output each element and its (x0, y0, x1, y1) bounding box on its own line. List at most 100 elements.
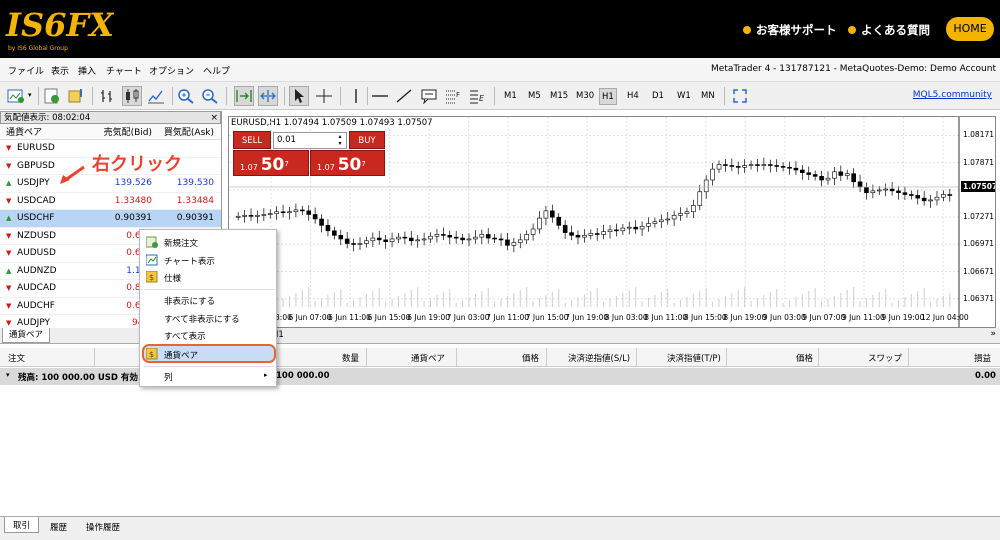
collapse-icon[interactable]: ▾ (6, 371, 10, 379)
bar-chart-icon[interactable] (98, 86, 118, 106)
vertical-line-icon[interactable] (346, 86, 366, 106)
history-icon[interactable] (66, 86, 86, 106)
x-tick-label: 9 Jun 07:00 (802, 313, 846, 322)
menu-options[interactable]: オプション (149, 64, 194, 77)
x-tick-label: 8 Jun 11:00 (644, 313, 688, 322)
col-price[interactable]: 価格 (522, 352, 539, 364)
menu-file[interactable]: ファイル (8, 64, 44, 77)
tf-d1[interactable]: D1 (650, 88, 666, 105)
support-link[interactable]: お客様サポート (743, 22, 837, 38)
sell-price[interactable]: 1.07 507 (233, 150, 309, 176)
more-tabs-icon[interactable]: » (990, 329, 996, 339)
market-watch-row[interactable]: ▼ USDCAD 1.33480 1.33484 (0, 193, 221, 210)
tf-h1[interactable]: H1 (599, 88, 617, 105)
ctx-columns[interactable]: 列 (164, 371, 173, 383)
ctx-new-order[interactable]: 新規注文 (164, 237, 198, 249)
buy-price[interactable]: 1.07 507 (310, 150, 385, 176)
market-watch-row[interactable]: ▲ USDCHF 0.90391 0.90391 (0, 210, 221, 228)
lot-stepper[interactable]: ▴ ▾ (334, 133, 346, 148)
ctx-symbols[interactable]: 通貨ペア (164, 349, 198, 361)
tab-trade[interactable]: 取引 (4, 517, 40, 533)
col-price-2[interactable]: 価格 (796, 352, 813, 364)
ctx-chart-window[interactable]: チャート表示 (164, 255, 215, 267)
col-volume[interactable]: 数量 (342, 352, 359, 364)
terminal-body (0, 385, 1000, 515)
candle (466, 238, 472, 241)
profiles-icon[interactable] (42, 86, 62, 106)
row-ask: 1.33484 (176, 195, 214, 206)
tf-h4[interactable]: H4 (625, 88, 641, 105)
menu-chart[interactable]: チャート (106, 64, 142, 77)
tf-m30[interactable]: M30 (574, 88, 596, 105)
col-symbol[interactable]: 通貨ペア (0, 125, 90, 138)
fibonacci-icon[interactable]: F (443, 86, 463, 106)
symbols-icon: $ (146, 348, 158, 360)
col-profit[interactable]: 損益 (974, 352, 991, 364)
cursor-icon[interactable] (289, 86, 309, 106)
candle (479, 234, 485, 238)
dropdown-arrow-icon[interactable]: ▾ (28, 91, 32, 99)
zoom-out-icon[interactable] (200, 86, 220, 106)
candle (383, 239, 388, 242)
tab-symbols[interactable]: 通貨ペア (2, 328, 51, 343)
sell-button[interactable]: SELL (233, 131, 271, 149)
col-symbol[interactable]: 通貨ペア (411, 352, 445, 364)
tf-m5[interactable]: M5 (526, 88, 543, 105)
candle (575, 235, 581, 238)
candlestick-icon[interactable] (122, 86, 142, 106)
home-button[interactable]: HOME (946, 17, 994, 41)
up-arrow-icon: ▲ (6, 266, 12, 275)
candle (582, 235, 587, 238)
row-bid: 1.33480 (114, 195, 152, 206)
candle (588, 233, 594, 236)
tf-m15[interactable]: M15 (548, 88, 570, 105)
tab-journal[interactable]: 操作履歴 (86, 521, 120, 533)
ctx-hide-all[interactable]: すべて非表示にする (164, 313, 240, 325)
horizontal-line-icon[interactable] (370, 86, 390, 106)
mql5-community-link[interactable]: MQL5.community (913, 90, 992, 100)
ctx-specification[interactable]: 仕様 (164, 272, 181, 284)
zoom-in-icon[interactable] (176, 86, 196, 106)
y-tick-label: 1.08171 (963, 130, 995, 140)
x-tick-label: 6 Jun 15:00 (367, 313, 411, 322)
line-chart-icon[interactable] (146, 86, 166, 106)
y-tick-label: 1.06371 (963, 293, 995, 303)
fullscreen-icon[interactable] (730, 86, 750, 106)
tf-mn[interactable]: MN (699, 88, 717, 105)
col-tp[interactable]: 決済指値(T/P) (667, 352, 721, 364)
crosshair-icon[interactable] (314, 86, 334, 106)
is6fx-logo[interactable]: IS6FX by IS6 Global Group (4, 2, 114, 54)
tf-m1[interactable]: M1 (502, 88, 519, 105)
objects-icon[interactable]: E (467, 86, 487, 106)
tf-w1[interactable]: W1 (675, 88, 693, 105)
x-tick-label: 6 Jun 11:00 (328, 313, 371, 322)
col-sl[interactable]: 決済逆指値(S/L) (568, 352, 630, 364)
svg-text:by IS6 Global Group: by IS6 Global Group (8, 45, 68, 52)
tab-history[interactable]: 履歴 (50, 521, 67, 533)
auto-scroll-icon[interactable] (234, 86, 254, 106)
menu-insert[interactable]: 挿入 (78, 64, 96, 77)
col-order[interactable]: 注文 (8, 352, 25, 364)
trendline-icon[interactable] (394, 86, 414, 106)
candle (460, 237, 465, 241)
svg-text:IS6FX: IS6FX (5, 6, 114, 44)
col-ask[interactable]: 買気配(Ask) (152, 125, 218, 138)
chart-shift-icon[interactable] (258, 86, 278, 106)
market-watch-row[interactable]: ▲ USDJPY 139.526 139.530 (0, 175, 221, 193)
chart-window[interactable]: EURUSD,H1 1.07494 1.07509 1.07493 1.0750… (228, 116, 996, 328)
row-symbol: AUDJPY (17, 318, 51, 329)
buy-button[interactable]: BUY (349, 131, 385, 149)
ctx-show-all[interactable]: すべて表示 (164, 330, 206, 342)
candle (710, 168, 715, 181)
close-icon[interactable]: × (210, 112, 218, 124)
ctx-hide[interactable]: 非表示にする (164, 295, 215, 307)
col-bid[interactable]: 売気配(Bid) (90, 125, 152, 138)
menu-view[interactable]: 表示 (51, 64, 69, 77)
faq-link[interactable]: よくある質問 (848, 22, 930, 38)
site-header: IS6FX by IS6 Global Group お客様サポート よくある質問… (0, 0, 1000, 58)
text-label-icon[interactable] (419, 86, 439, 106)
new-chart-icon[interactable] (6, 86, 26, 106)
menu-help[interactable]: ヘルプ (203, 64, 230, 77)
candle (415, 239, 421, 242)
col-swap[interactable]: スワップ (868, 352, 902, 364)
